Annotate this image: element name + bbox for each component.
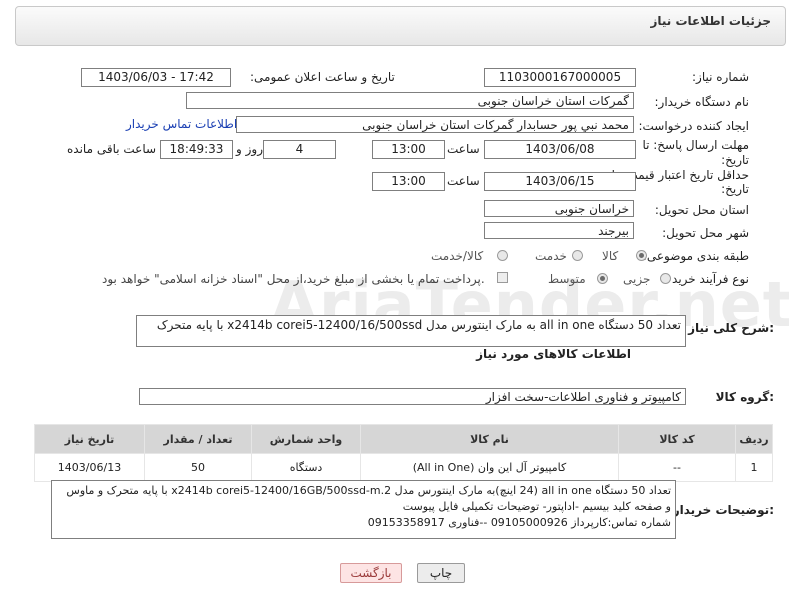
item-name: کامپیوتر آل این وان (All in One) [360, 453, 619, 482]
remaining-label: ساعت باقی مانده [67, 142, 157, 156]
treasury-note: پرداخت تمام یا بخشی از مبلغ خرید،از محل … [102, 272, 485, 286]
price-validity-date: 1403/06/15 [484, 172, 636, 191]
treasury-checkbox[interactable] [497, 272, 508, 283]
reply-days-field: 4 [263, 140, 336, 159]
buyer-notes-line: تعداد 50 دستگاه all in one (24 اینچ)به م… [66, 484, 671, 497]
col-code-header: کد کالا [618, 424, 736, 454]
reply-deadline-label-2: تاریخ: [721, 153, 749, 167]
price-validity-time: 13:00 [372, 172, 445, 191]
page-title: جزئیات اطلاعات نیاز [650, 14, 771, 28]
category-radio-goods[interactable] [636, 250, 647, 261]
description-textarea[interactable]: تعداد 50 دستگاه all in one به مارک اینتو… [136, 315, 686, 347]
need-number-field: 1103000167000005 [484, 68, 636, 87]
description-label: شرح کلی نیاز: [688, 321, 774, 335]
goods-group-label: گروه کالا: [715, 390, 774, 404]
category-option-goods-service: کالا/خدمت [431, 249, 484, 263]
buyer-notes-line: و صفحه کلید بیسیم -اداپتور- توضیحات تکمی… [402, 500, 671, 513]
delivery-city-label: شهر محل تحویل: [662, 226, 749, 240]
reply-deadline-label: مهلت ارسال پاسخ: تا [642, 138, 749, 152]
item-code: -- [618, 453, 736, 482]
buyer-notes-box: تعداد 50 دستگاه all in one (24 اینچ)به م… [51, 480, 676, 539]
col-name-header: نام کالا [360, 424, 619, 454]
requester-field: محمد نبي پور حسابدار گمرکات استان خراسان… [236, 116, 634, 133]
purchase-option-minor: جزیی [623, 272, 651, 286]
table-row: 1 -- کامپیوتر آل این وان (All in One) دس… [34, 453, 773, 482]
delivery-province-label: استان محل تحویل: [654, 203, 749, 217]
buyer-org-label: نام دستگاه خریدار: [654, 95, 750, 109]
item-quantity: 50 [144, 453, 252, 482]
category-radio-service[interactable] [572, 250, 583, 261]
requester-label: ایجاد کننده درخواست: [638, 119, 749, 133]
category-radio-goods-service[interactable] [497, 250, 508, 261]
remaining-time-field: 18:49:33 [160, 140, 233, 159]
days-label: روز و [236, 142, 263, 156]
purchase-radio-minor[interactable] [660, 273, 671, 284]
buyer-notes-label: توضیحات خریدار: [672, 503, 774, 517]
price-time-label: ساعت [447, 174, 480, 188]
col-date-header: تاریخ نیاز [34, 424, 145, 454]
reply-deadline-date: 1403/06/08 [484, 140, 636, 159]
announce-datetime-label: تاریخ و ساعت اعلان عمومی: [250, 70, 395, 84]
buyer-contact-link[interactable]: اطلاعات تماس خریدار [126, 117, 237, 131]
reply-deadline-time: 13:00 [372, 140, 445, 159]
category-option-service: خدمت [535, 249, 567, 263]
col-unit-header: واحد شمارش [251, 424, 361, 454]
buyer-notes-line: شماره تماس:کارپرداز 09105000926 --فناوری… [367, 516, 671, 529]
row-number: 1 [735, 453, 773, 482]
delivery-province-field: خراسان جنوبی [484, 200, 634, 217]
purchase-radio-medium[interactable] [597, 273, 608, 284]
category-option-goods: کالا [602, 249, 619, 263]
reply-time-label: ساعت [447, 142, 480, 156]
goods-info-title: اطلاعات کالاهای مورد نیاز [476, 347, 631, 361]
item-need-date: 1403/06/13 [34, 453, 145, 482]
col-qty-header: تعداد / مقدار [144, 424, 252, 454]
item-unit: دستگاه [251, 453, 361, 482]
table-header-row: ردیف کد کالا نام کالا واحد شمارش تعداد /… [34, 424, 773, 454]
need-number-label: شماره نیاز: [692, 70, 749, 84]
buyer-org-field: گمرکات استان خراسان جنوبی [186, 92, 634, 109]
purchase-type-label: نوع فرآیند خرید : [664, 272, 749, 286]
back-button[interactable]: بازگشت [340, 563, 402, 583]
announce-datetime-field: 1403/06/03 - 17:42 [81, 68, 231, 87]
items-table: ردیف کد کالا نام کالا واحد شمارش تعداد /… [34, 424, 773, 482]
print-button[interactable]: چاپ [417, 563, 465, 583]
col-row-header: ردیف [735, 424, 773, 454]
category-label: طبقه بندی موضوعی: [642, 249, 749, 263]
goods-group-field: کامپیوتر و فناوری اطلاعات-سخت افزار [139, 388, 686, 405]
purchase-option-medium: متوسط [548, 272, 586, 286]
delivery-city-field: بیرجند [484, 222, 634, 239]
price-validity-label-2: تاریخ: [721, 182, 749, 196]
description-text: تعداد 50 دستگاه all in one به مارک اینتو… [156, 318, 681, 332]
